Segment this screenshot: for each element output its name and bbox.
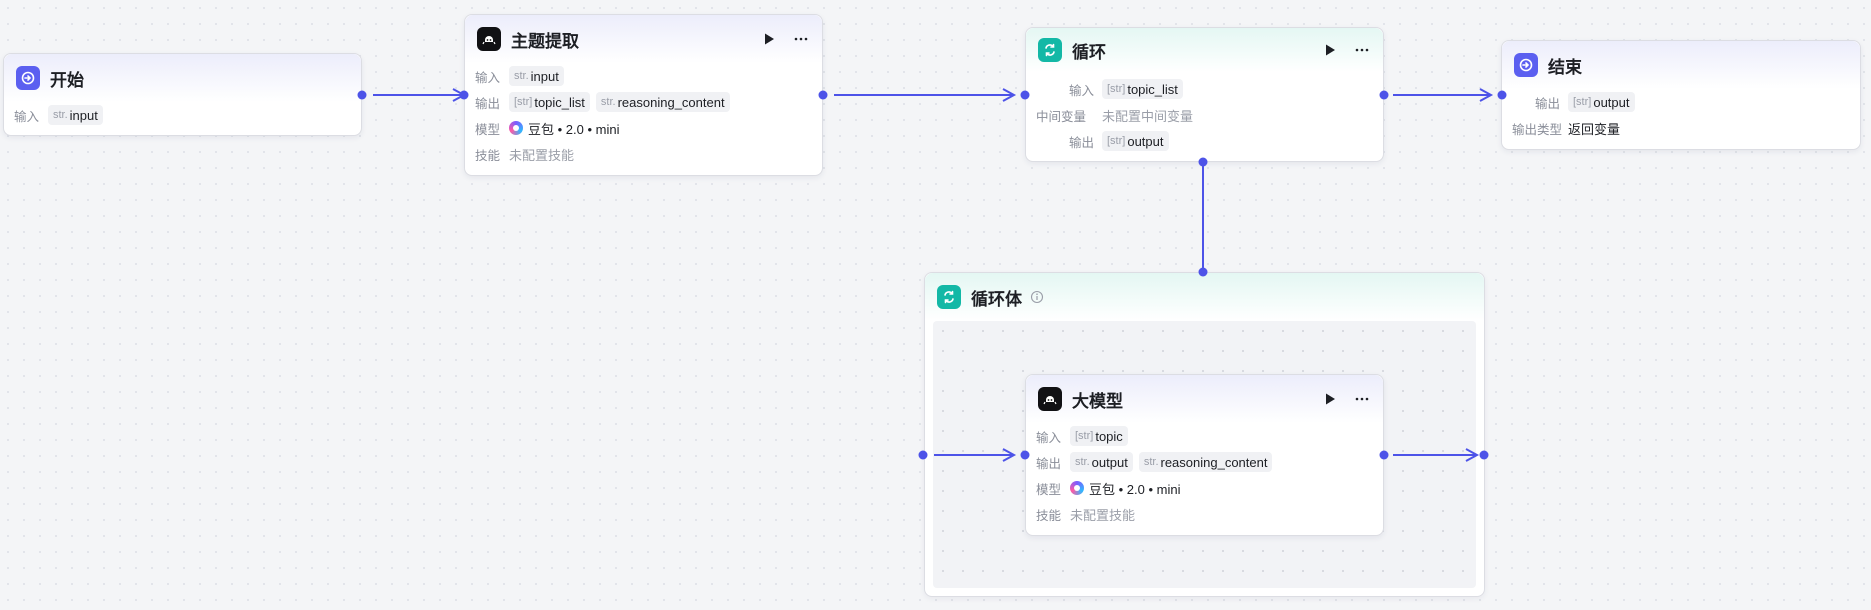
model-value: 豆包 • 2.0 • mini (1089, 481, 1181, 497)
enter-icon (16, 66, 40, 90)
variable-tag[interactable]: str. output (1070, 452, 1133, 472)
output-label: 输出 (1534, 96, 1560, 111)
skill-label: 技能 (475, 148, 501, 163)
model-label: 模型 (475, 122, 501, 137)
play-icon (765, 33, 774, 45)
input-row: 输入 [str] topic_list (1036, 78, 1373, 100)
run-button[interactable] (760, 30, 778, 48)
variable-tag[interactable]: [str] output (1568, 92, 1635, 112)
start-node-title: 开始 (50, 70, 84, 90)
input-label: 输入 (1036, 430, 1062, 445)
output-row: 输出 [str] topic_list str. reasoning_content (475, 91, 812, 113)
llm-node-header[interactable]: 大模型 (1026, 375, 1383, 423)
topic-extract-node[interactable]: 主题提取 输入 str. input 输出 [str] topic_list str… (464, 14, 823, 176)
edge-arrow (1479, 88, 1494, 102)
robot-icon (477, 27, 501, 51)
loop-icon (1038, 38, 1062, 62)
doubao-logo-icon (509, 121, 523, 135)
output-label: 输出 (475, 96, 501, 111)
model-label: 模型 (1036, 482, 1062, 497)
info-icon[interactable] (1030, 290, 1044, 304)
loop-node[interactable]: 循环 输入 [str] topic_list 中间变量 未配置中间变量 输出 [s… (1025, 27, 1384, 162)
more-dots-icon (794, 37, 808, 41)
variable-tag[interactable]: str. reasoning_content (595, 92, 730, 112)
end-node-title: 结束 (1548, 57, 1582, 77)
middle-variable-label: 中间变量 (1036, 109, 1087, 124)
output-row: 输出 [str] output (1512, 91, 1850, 113)
edge-arrow (1002, 88, 1017, 102)
start-node[interactable]: 开始 输入 str. input (3, 53, 362, 136)
doubao-logo-icon (1070, 481, 1084, 495)
model-row: 模型 豆包 • 2.0 • mini (1036, 477, 1373, 499)
exit-icon (1514, 53, 1538, 77)
end-node[interactable]: 结束 输出 [str] output 输出类型 返回变量 (1501, 40, 1861, 150)
skill-label: 技能 (1036, 508, 1062, 523)
input-label: 输入 (1068, 83, 1094, 98)
more-button[interactable] (1353, 41, 1371, 59)
variable-tag[interactable]: [str] topic_list (509, 92, 590, 112)
run-button[interactable] (1321, 390, 1339, 408)
more-button[interactable] (1353, 390, 1371, 408)
topic-extract-header[interactable]: 主题提取 (465, 15, 822, 63)
more-dots-icon (1355, 48, 1369, 52)
variable-tag[interactable]: [str] topic (1070, 426, 1128, 446)
input-label: 输入 (14, 109, 40, 124)
input-row: 输入 str. input (475, 65, 812, 87)
middle-variable-row: 中间变量 未配置中间变量 (1036, 104, 1373, 126)
skill-row: 技能 未配置技能 (475, 143, 812, 165)
robot-icon (1038, 387, 1062, 411)
output-row: 输出 str. output str. reasoning_content (1036, 451, 1373, 473)
end-node-header[interactable]: 结束 (1502, 41, 1860, 89)
variable-tag[interactable]: str. input (509, 66, 564, 86)
skill-value: 未配置技能 (509, 147, 575, 163)
loop-node-header[interactable]: 循环 (1026, 28, 1383, 72)
output-kind-value: 返回变量 (1568, 121, 1621, 137)
variable-tag[interactable]: [str] topic_list (1102, 79, 1183, 99)
output-label: 输出 (1036, 456, 1062, 471)
loop-node-title: 循环 (1072, 42, 1106, 62)
model-value: 豆包 • 2.0 • mini (528, 121, 620, 137)
llm-node[interactable]: 大模型 输入 [str] topic 输出 str. output str. reas… (1025, 374, 1384, 536)
loop-body-title: 循环体 (971, 289, 1022, 309)
edge-arrow (452, 88, 467, 102)
model-row: 模型 豆包 • 2.0 • mini (475, 117, 812, 139)
more-button[interactable] (792, 30, 810, 48)
input-label: 输入 (475, 70, 501, 85)
variable-tag[interactable]: [str] output (1102, 131, 1169, 151)
input-row: 输入 [str] topic (1036, 425, 1373, 447)
run-button[interactable] (1321, 41, 1339, 59)
output-label: 输出 (1068, 135, 1094, 150)
output-row: 输出 [str] output (1036, 130, 1373, 152)
loop-icon (937, 285, 961, 309)
variable-tag[interactable]: str. input (48, 105, 103, 125)
start-node-header[interactable]: 开始 (4, 54, 361, 102)
skill-value: 未配置技能 (1070, 507, 1136, 523)
output-kind-row: 输出类型 返回变量 (1512, 117, 1850, 139)
start-input-row: 输入 str. input (14, 104, 351, 126)
skill-row: 技能 未配置技能 (1036, 503, 1373, 525)
loop-body-header[interactable]: 循环体 (925, 273, 1484, 321)
variable-tag[interactable]: str. reasoning_content (1138, 452, 1273, 472)
play-icon (1326, 44, 1335, 56)
output-kind-label: 输出类型 (1512, 122, 1563, 137)
topic-extract-title: 主题提取 (511, 31, 579, 51)
llm-node-title: 大模型 (1072, 391, 1123, 411)
play-icon (1326, 393, 1335, 405)
workflow-canvas[interactable]: 循环体 开始 输入 str. input 主题提取 输入 str. input … (0, 0, 1871, 610)
more-dots-icon (1355, 397, 1369, 401)
middle-variable-value: 未配置中间变量 (1102, 108, 1194, 124)
